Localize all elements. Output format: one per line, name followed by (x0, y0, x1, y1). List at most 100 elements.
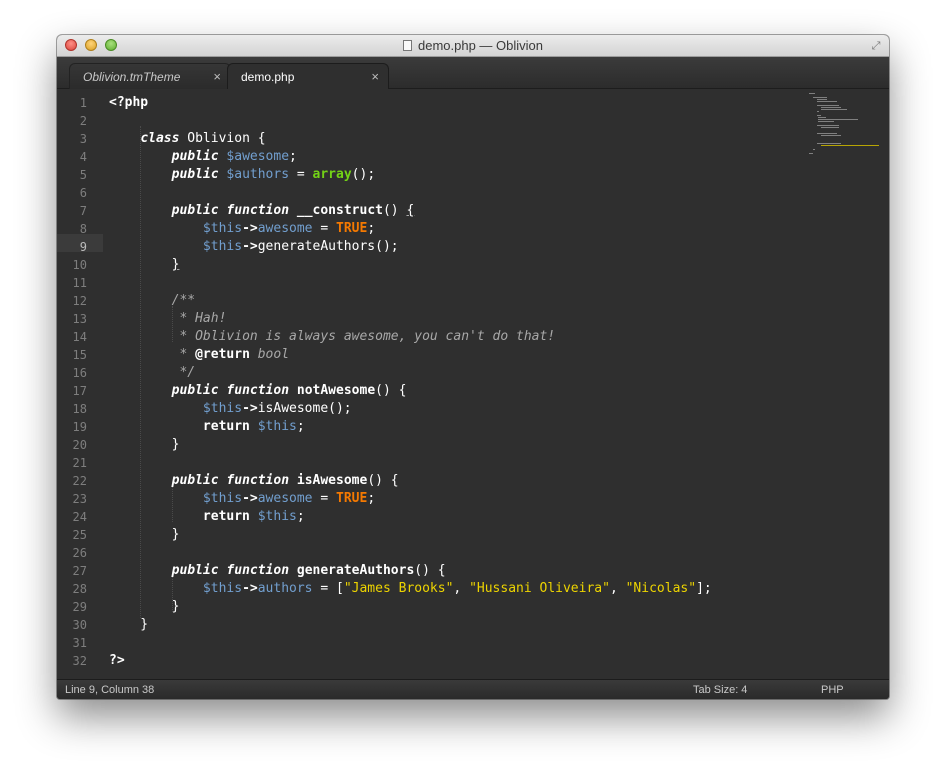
line-number: 12 (72, 294, 87, 308)
line-number: 22 (72, 474, 87, 488)
code-token: $this (202, 401, 243, 416)
tab-close-icon[interactable]: × (213, 69, 221, 84)
code-line[interactable]: public function generateAuthors() { (109, 562, 446, 580)
code-token: awesome (257, 221, 313, 236)
minimap[interactable] (809, 92, 881, 162)
code-token: __construct (296, 203, 383, 218)
tab-close-icon[interactable]: × (371, 69, 379, 84)
line-number: 19 (72, 420, 87, 434)
code-line[interactable]: * Oblivion is always awesome, you can't … (109, 328, 555, 346)
code-token: isAwesome(); (257, 401, 352, 416)
code-token: , (453, 581, 470, 596)
code-line[interactable]: public $awesome; (109, 148, 297, 166)
code-token: Oblivion { (179, 131, 266, 146)
code-line[interactable]: $this->isAwesome(); (109, 400, 352, 418)
code-token: (); (351, 167, 376, 182)
code-line[interactable]: } (109, 436, 180, 454)
code-line[interactable]: $this->awesome = TRUE; (109, 490, 375, 508)
code-line[interactable]: } (109, 598, 180, 616)
document-icon[interactable] (402, 40, 412, 51)
tab-oblivion-tmtheme[interactable]: Oblivion.tmTheme × (69, 63, 231, 89)
code-line[interactable]: $this->awesome = TRUE; (109, 220, 375, 238)
code-line[interactable]: ?> (109, 652, 125, 670)
line-number: 26 (72, 546, 87, 560)
code-line[interactable]: return $this; (109, 418, 305, 436)
code-line[interactable]: } (109, 526, 180, 544)
line-number-gutter: 1 2 3 4 5 6 7 8 9 10 11 12 13 14 15 16 17 18 19 20 21 22 23 24 2… (57, 90, 103, 679)
code-token: function (226, 383, 290, 398)
code-token: TRUE (336, 221, 368, 236)
code-token: isAwesome (296, 473, 368, 488)
line-number: 1 (79, 96, 87, 110)
code-line[interactable]: } (109, 616, 148, 634)
code-token: * Oblivion is always awesome, you can't … (179, 329, 556, 344)
code-line[interactable]: public function notAwesome() { (109, 382, 407, 400)
code-token: () (382, 203, 407, 218)
code-line[interactable]: * @return bool (109, 346, 289, 364)
line-number: 30 (72, 618, 87, 632)
code-token: "Hussani Oliveira" (469, 581, 610, 596)
code-token: public (171, 563, 219, 578)
code-token: ; (296, 419, 305, 434)
code-line[interactable]: } (109, 256, 180, 274)
title-bar[interactable]: demo.php — Oblivion ⤢ (57, 35, 889, 57)
code-line[interactable]: $this->authors = ["James Brooks", "Hussa… (109, 580, 712, 598)
tab-size-selector[interactable]: Tab Size: 4 (693, 684, 747, 696)
fullscreen-icon[interactable]: ⤢ (869, 39, 883, 53)
code-token: function (226, 563, 290, 578)
tab-demo-php[interactable]: demo.php × (227, 63, 389, 89)
line-number: 10 (72, 258, 87, 272)
window-title-group: demo.php — Oblivion (57, 38, 889, 53)
code-token: awesome (257, 491, 313, 506)
code-token: function (226, 203, 290, 218)
tab-label: Oblivion.tmTheme (83, 70, 181, 84)
code-token: $this (202, 581, 243, 596)
code-token: ; (296, 509, 305, 524)
code-token: * Hah! (179, 311, 227, 326)
code-line[interactable]: class Oblivion { (109, 130, 266, 148)
code-line[interactable]: * Hah! (109, 310, 226, 328)
code-token: $this (257, 419, 297, 434)
code-token: */ (179, 365, 196, 380)
code-area[interactable]: <?php class Oblivion { public $awesome; … (109, 90, 809, 679)
code-token: ]; (696, 581, 712, 596)
code-token: "Nicolas" (625, 581, 697, 596)
code-line[interactable]: */ (109, 364, 195, 382)
code-token: @return (195, 347, 250, 362)
cursor-position: Line 9, Column 38 (65, 684, 155, 696)
syntax-selector[interactable]: PHP (821, 684, 844, 696)
code-line[interactable]: public $authors = array(); (109, 166, 376, 184)
editor-window: demo.php — Oblivion ⤢ Oblivion.tmTheme ×… (57, 35, 889, 699)
code-token: } (109, 617, 149, 632)
code-token: function (226, 473, 290, 488)
line-number: 16 (72, 366, 87, 380)
line-number: 6 (79, 186, 87, 200)
code-line[interactable]: return $this; (109, 508, 305, 526)
code-token: return (202, 509, 250, 524)
line-number: 32 (72, 654, 87, 668)
code-token: ; (367, 221, 376, 236)
code-line[interactable]: $this->generateAuthors(); (109, 238, 399, 256)
code-line[interactable]: public function __construct() { (109, 202, 415, 220)
code-token: public (171, 167, 219, 182)
line-number: 27 (72, 564, 87, 578)
code-token: -> (242, 581, 258, 596)
code-token: () { (414, 563, 446, 578)
code-line[interactable]: <?php (109, 94, 148, 112)
code-line[interactable]: /** (109, 292, 195, 310)
code-editor[interactable]: 1 2 3 4 5 6 7 8 9 10 11 12 13 14 15 16 17 18 19 20 21 22 23 24 2… (57, 90, 889, 679)
code-token: () { (375, 383, 407, 398)
code-token: ; (289, 149, 297, 164)
code-line[interactable]: public function isAwesome() { (109, 472, 399, 490)
